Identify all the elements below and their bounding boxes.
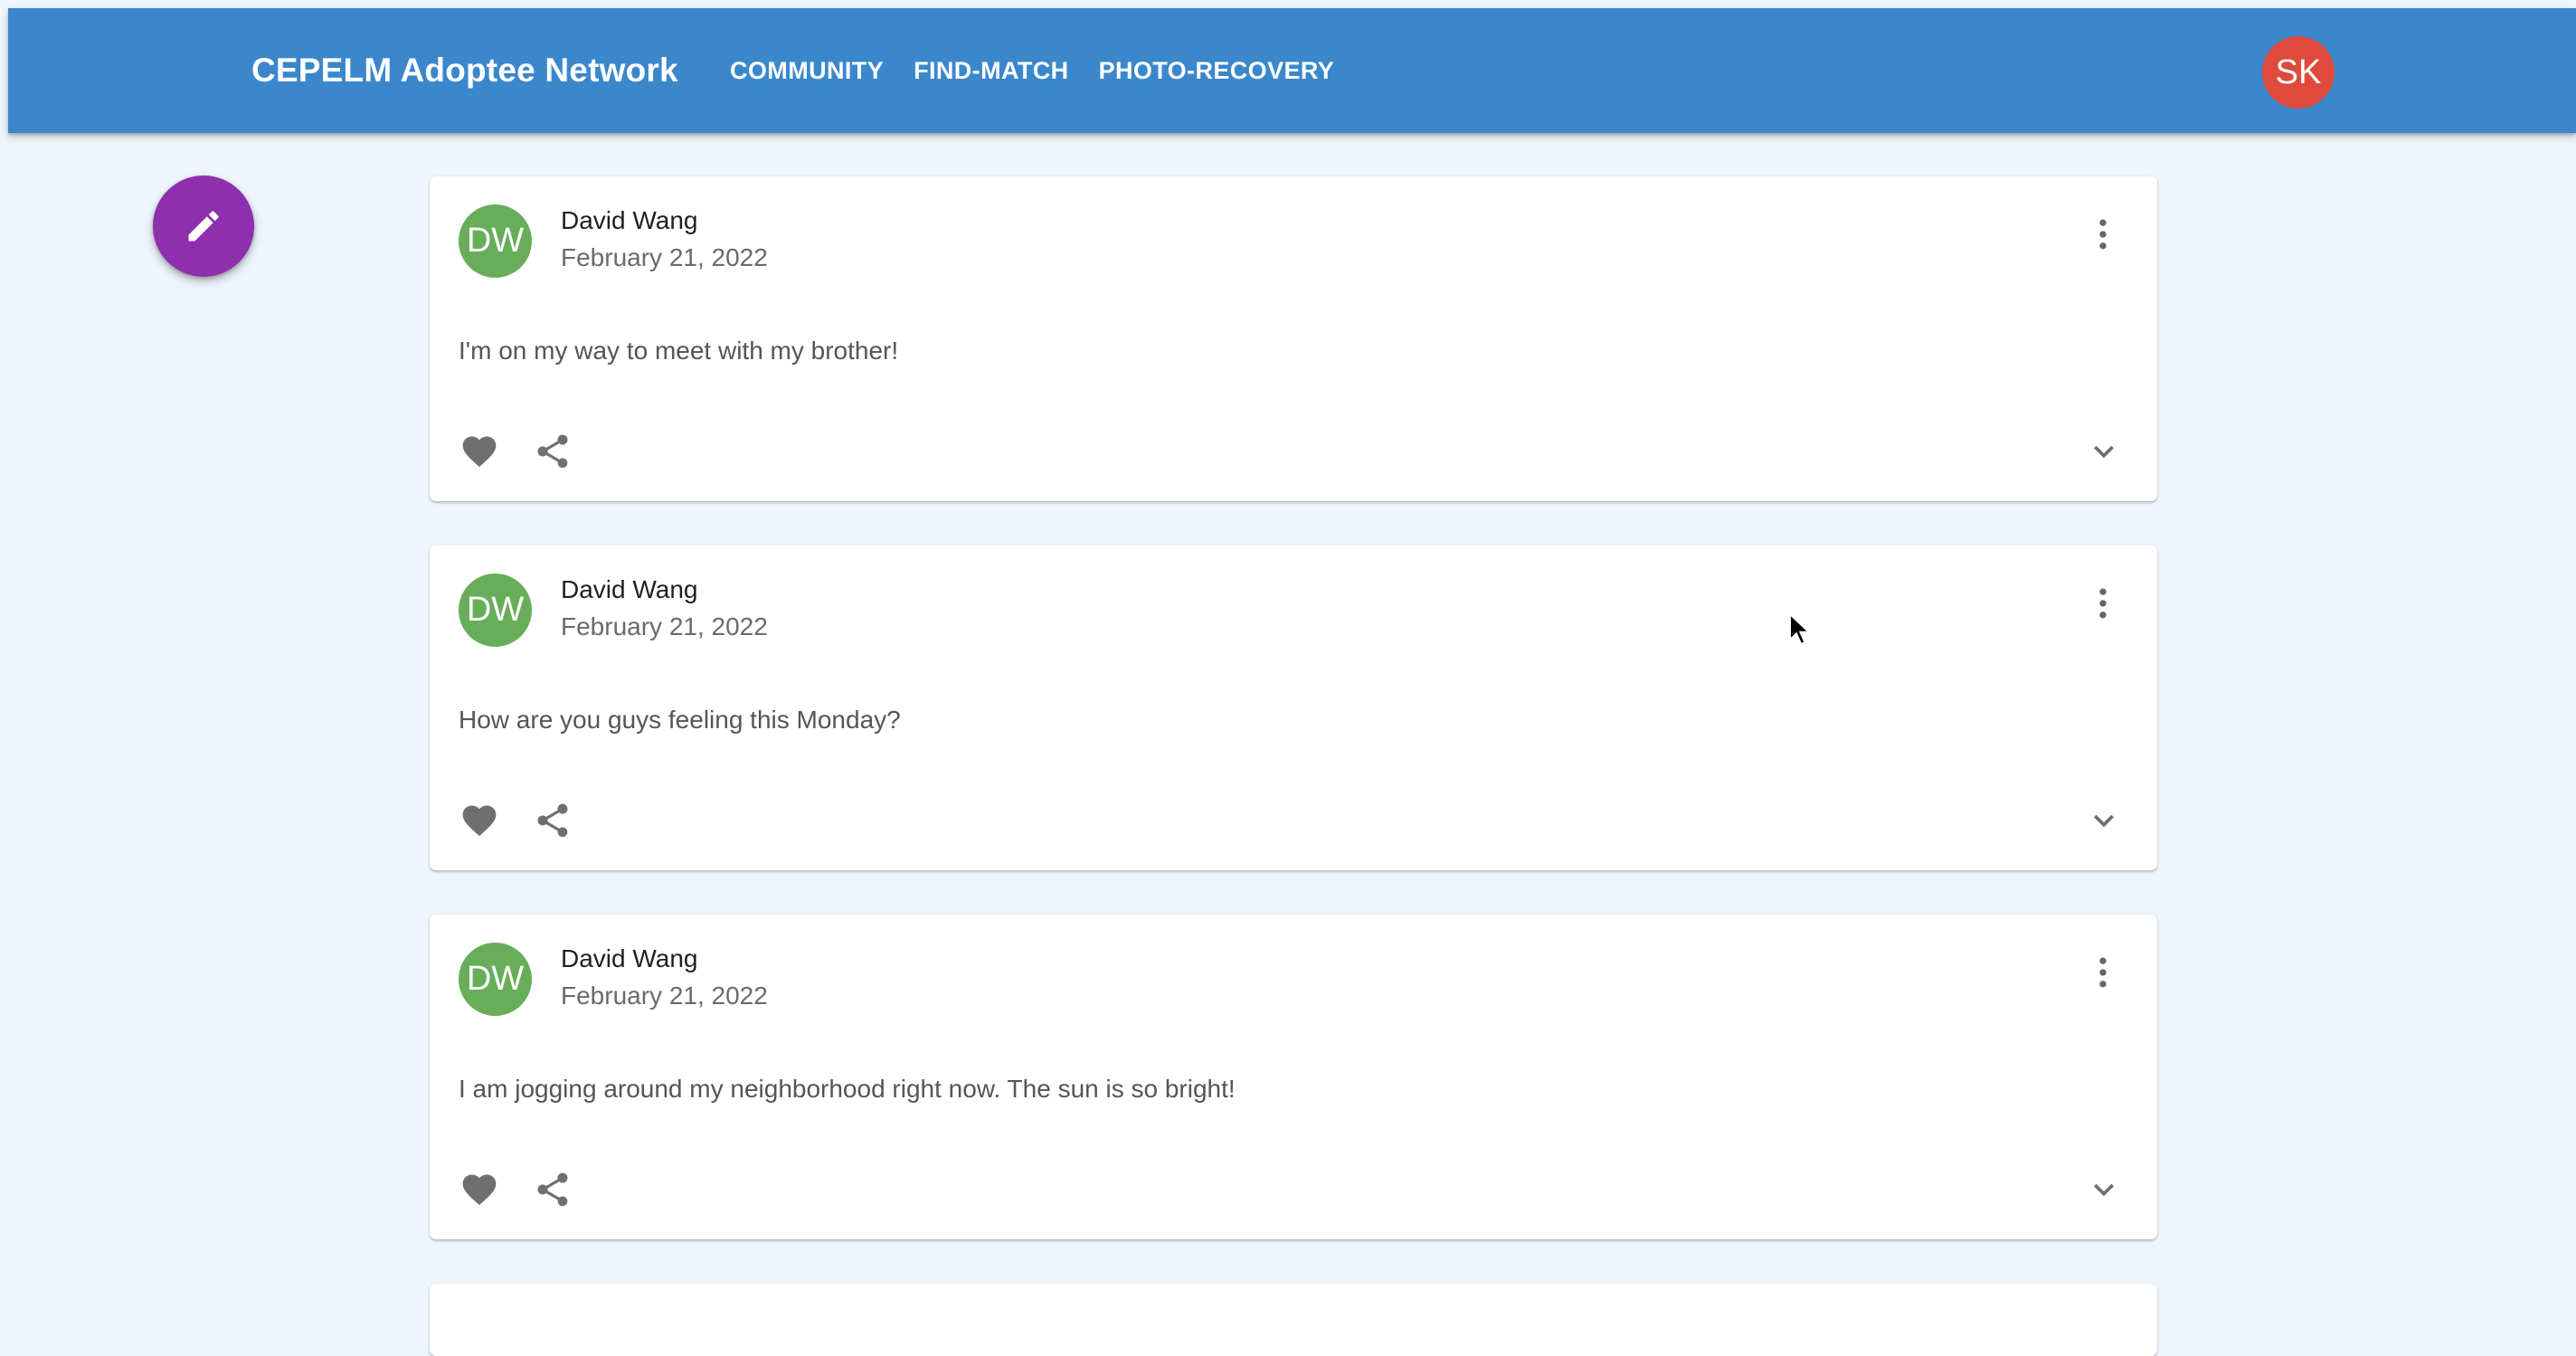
post-card: DW David Wang February 21, 2022 I'm on m… (430, 176, 2157, 501)
post-date: February 21, 2022 (561, 612, 768, 640)
nav-photo-recovery[interactable]: PHOTO-RECOVERY (1099, 57, 1335, 85)
share-icon (537, 1172, 568, 1207)
post-menu-button[interactable] (2081, 951, 2125, 994)
share-button[interactable] (530, 429, 575, 474)
main-nav: COMMUNITY FIND-MATCH PHOTO-RECOVERY (730, 8, 1364, 133)
like-button[interactable] (457, 1167, 502, 1212)
nav-find-match[interactable]: FIND-MATCH (914, 57, 1068, 85)
like-button[interactable] (457, 798, 502, 843)
more-vert-icon (2099, 957, 2107, 988)
user-avatar[interactable]: SK (2262, 36, 2334, 109)
post-card: DW David Wang February 21, 2022 I am jog… (430, 915, 2157, 1239)
like-button[interactable] (457, 429, 502, 474)
app-title[interactable]: CEPELM Adoptee Network (251, 8, 678, 133)
post-card: DW David Wang February 21, 2022 How are … (430, 545, 2157, 870)
heart-icon (462, 1174, 497, 1206)
share-button[interactable] (530, 1167, 575, 1212)
post-date: February 21, 2022 (561, 981, 768, 1010)
expand-button[interactable] (2081, 798, 2126, 843)
pencil-icon (188, 211, 219, 242)
author-avatar[interactable]: DW (459, 204, 532, 278)
share-icon (537, 434, 568, 469)
post-author: David Wang (561, 206, 698, 234)
app-bar: CEPELM Adoptee Network COMMUNITY FIND-MA… (8, 8, 2576, 133)
post-date: February 21, 2022 (561, 243, 768, 271)
post-author: David Wang (561, 575, 698, 603)
chevron-down-icon (2094, 1183, 2114, 1197)
share-button[interactable] (530, 798, 575, 843)
heart-icon (462, 436, 497, 468)
post-text: How are you guys feeling this Monday? (459, 706, 901, 734)
post-text: I'm on my way to meet with my brother! (459, 337, 899, 365)
expand-button[interactable] (2081, 1167, 2126, 1212)
more-vert-icon (2099, 588, 2107, 619)
more-vert-icon (2099, 219, 2107, 250)
share-icon (537, 803, 568, 838)
post-feed: DW David Wang February 21, 2022 I'm on m… (430, 176, 2157, 1356)
chevron-down-icon (2094, 445, 2114, 459)
post-card (430, 1284, 2157, 1356)
author-avatar[interactable]: DW (459, 574, 532, 647)
post-menu-button[interactable] (2081, 213, 2125, 256)
post-menu-button[interactable] (2081, 582, 2125, 625)
mouse-cursor-icon (1789, 613, 1811, 646)
chevron-down-icon (2094, 814, 2114, 828)
expand-button[interactable] (2081, 429, 2126, 474)
post-text: I am jogging around my neighborhood righ… (459, 1075, 1236, 1103)
nav-community[interactable]: COMMUNITY (730, 57, 884, 85)
heart-icon (462, 805, 497, 837)
compose-post-button[interactable] (153, 175, 254, 277)
author-avatar[interactable]: DW (459, 943, 532, 1016)
post-author: David Wang (561, 944, 698, 972)
